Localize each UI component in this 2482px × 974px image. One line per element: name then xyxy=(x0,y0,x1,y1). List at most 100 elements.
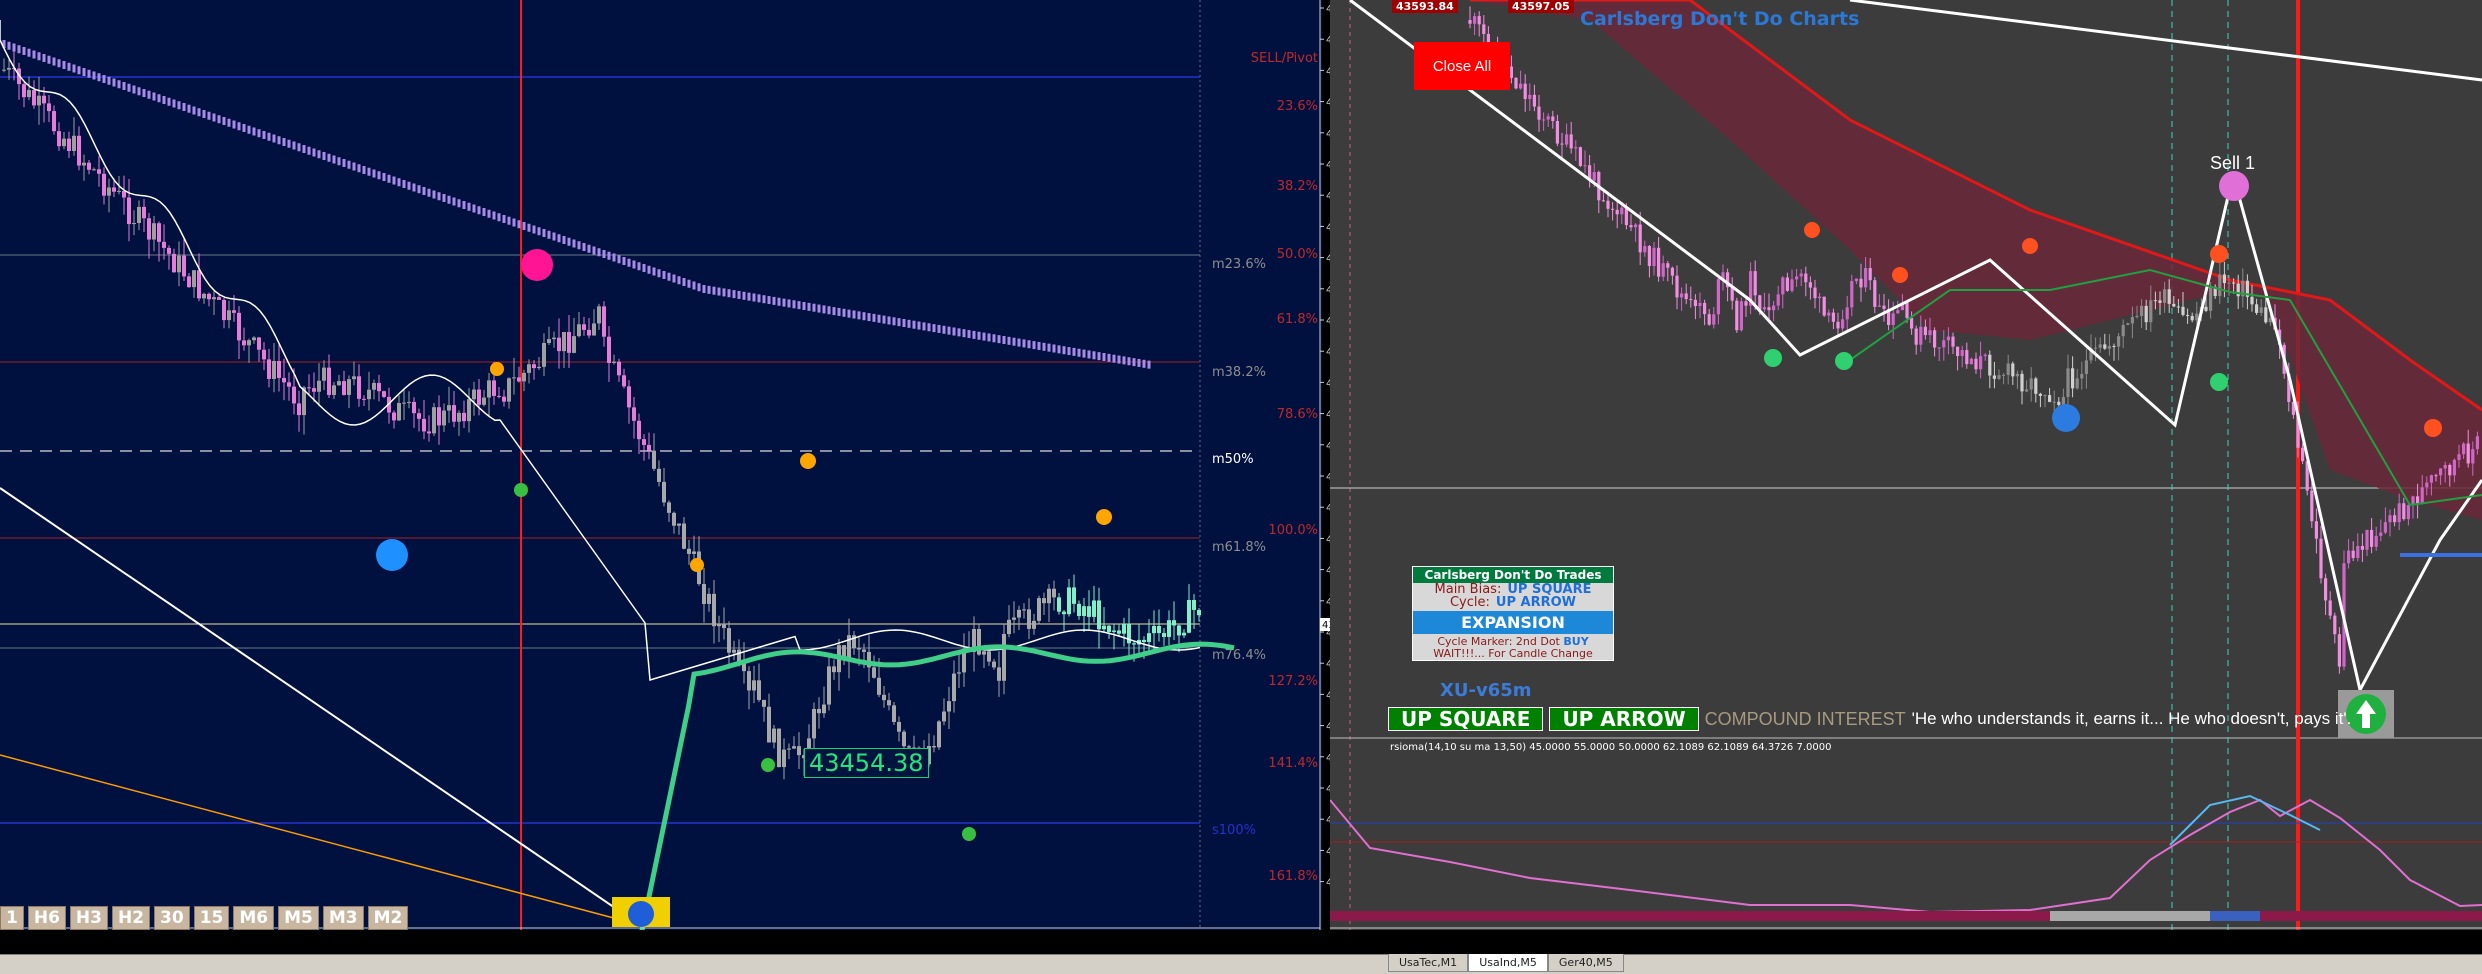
current-price-tag-label: 43575.50 xyxy=(1322,620,1330,631)
candle-body xyxy=(2314,521,2318,539)
chart-background xyxy=(0,0,1330,930)
fib-mid-label: m50% xyxy=(1212,452,1254,467)
signal-dot xyxy=(490,362,504,376)
tab-usatec[interactable]: UsaTec,M1 xyxy=(1388,954,1469,972)
candle-body xyxy=(1914,328,1918,345)
status-panel: Carlsberg Don't Do Trades Main Bias: UP … xyxy=(1412,566,1614,661)
candle-body xyxy=(1117,630,1121,634)
candle-body xyxy=(1147,633,1151,642)
signal-dot xyxy=(1892,267,1908,283)
candle-body xyxy=(947,701,951,712)
status-bar xyxy=(0,954,2482,974)
candle-body xyxy=(942,711,946,722)
candle-body xyxy=(287,382,291,387)
timeframe-button[interactable]: H3 xyxy=(69,906,108,930)
candle-body xyxy=(47,103,51,112)
candle-body xyxy=(2236,283,2240,297)
tab-usaind[interactable]: UsaInd,M5 xyxy=(1468,954,1548,972)
timeframe-button[interactable]: M6 xyxy=(233,906,275,930)
candle-body xyxy=(1739,301,1743,331)
candle-body xyxy=(632,407,636,421)
cycle-row: Cycle: UP ARROW xyxy=(1413,596,1613,609)
candle-body xyxy=(1634,224,1638,228)
candle-body xyxy=(1537,106,1541,120)
timeframe-button[interactable]: H2 xyxy=(111,906,151,930)
candle-body xyxy=(767,706,771,743)
candle-body xyxy=(242,340,246,346)
candle-body xyxy=(232,310,236,313)
candle-body xyxy=(647,444,651,451)
candle-body xyxy=(792,746,796,749)
timeframe-button[interactable]: M3 xyxy=(322,906,364,930)
timeframe-button[interactable]: M2 xyxy=(367,906,409,930)
sell-signal-label: Sell 1 xyxy=(2210,153,2256,173)
candle-body xyxy=(1983,354,1987,357)
candle-body xyxy=(337,381,341,386)
candle-body xyxy=(1057,597,1061,612)
candle-body xyxy=(1162,633,1166,637)
candle-body xyxy=(72,135,76,151)
candle-body xyxy=(1611,208,1615,210)
candle-body xyxy=(1132,643,1136,645)
candle-body xyxy=(2319,538,2323,579)
timeframe-button[interactable]: M5 xyxy=(278,906,319,930)
candle-body xyxy=(1928,330,1932,336)
candle-body xyxy=(752,680,756,691)
candle-body xyxy=(1896,310,1900,314)
close-all-button[interactable]: Close All xyxy=(1414,42,1510,90)
candle-body xyxy=(1546,116,1550,120)
candle-body xyxy=(1946,336,1950,341)
signal-dot xyxy=(514,483,528,497)
candle-body xyxy=(1776,294,1780,306)
candle-body xyxy=(187,276,191,288)
candle-body xyxy=(1850,281,1854,308)
candle-body xyxy=(1735,300,1739,331)
candle-body xyxy=(2388,515,2392,523)
candle-body xyxy=(7,67,11,70)
candle-body xyxy=(1032,620,1036,629)
candle-body xyxy=(537,366,541,369)
candle-body xyxy=(1992,375,1996,379)
candle-body xyxy=(1629,225,1633,228)
rsioma-label: rsioma(14,10 su ma 13,50) 45.0000 55.000… xyxy=(1390,742,1831,753)
candle-body xyxy=(2425,482,2429,488)
candle-body xyxy=(1560,143,1564,145)
timeframe-button[interactable]: H6 xyxy=(27,906,66,930)
fib-label: 100.0% xyxy=(1268,523,1318,538)
candle-body xyxy=(212,297,216,300)
candle-body xyxy=(1716,279,1720,315)
histogram-strip-neutral xyxy=(2050,911,2210,921)
candle-body xyxy=(872,667,876,678)
signal-bar: UP SQUARE UP ARROW COMPOUND INTEREST 'He… xyxy=(1388,706,2351,732)
candle-body xyxy=(2061,397,2065,405)
candle-body xyxy=(757,680,761,700)
candle-body xyxy=(552,337,556,340)
tab-ger40[interactable]: Ger40,M5 xyxy=(1547,954,1624,972)
candle-body xyxy=(832,666,836,673)
candle-body xyxy=(1157,626,1161,634)
candle-body xyxy=(722,623,726,629)
timeframe-button[interactable]: 1 xyxy=(0,906,24,930)
candle-body xyxy=(1037,598,1041,621)
candle-body xyxy=(1891,313,1895,325)
timeframe-button[interactable]: 15 xyxy=(193,906,230,930)
timeframe-button[interactable]: 30 xyxy=(154,906,190,930)
candle-body xyxy=(22,84,26,98)
right-chart-canvas[interactable]: rsioma(14,10 su ma 13,50) 45.0000 55.000… xyxy=(1330,0,2482,930)
candle-body xyxy=(2181,306,2185,315)
candle-body xyxy=(2006,363,2010,375)
left-chart-canvas[interactable]: 44115.0044087.3044059.6044031.9044004.20… xyxy=(0,0,1330,930)
candle-body xyxy=(582,324,586,330)
candle-body xyxy=(1670,267,1674,276)
candle-body xyxy=(472,389,476,400)
candle-body xyxy=(367,389,371,400)
candle-body xyxy=(2232,282,2236,284)
candle-body xyxy=(137,206,141,224)
candle-body xyxy=(1923,326,1927,336)
candle-body xyxy=(1937,347,1941,349)
candle-body xyxy=(2222,274,2226,284)
candle-body xyxy=(1062,611,1066,615)
candle-body xyxy=(2397,503,2401,523)
candle-body xyxy=(442,410,446,426)
candle-body xyxy=(932,746,936,748)
